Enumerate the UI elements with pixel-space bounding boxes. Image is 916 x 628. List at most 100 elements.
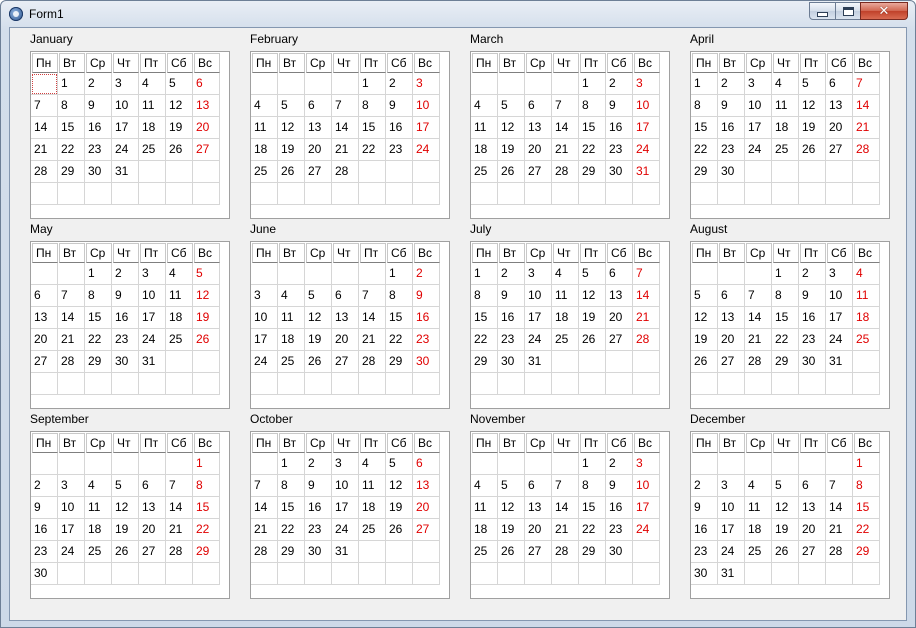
day-cell[interactable]: 2 — [112, 263, 139, 285]
empty-day-cell[interactable] — [359, 263, 386, 285]
day-cell[interactable]: 25 — [471, 161, 498, 183]
empty-day-cell[interactable] — [552, 351, 579, 373]
day-cell[interactable]: 19 — [772, 519, 799, 541]
empty-day-cell[interactable] — [579, 183, 606, 205]
day-cell[interactable]: 25 — [552, 329, 579, 351]
day-cell[interactable]: 3 — [112, 73, 139, 95]
empty-day-cell[interactable] — [471, 73, 498, 95]
day-cell[interactable]: 15 — [58, 117, 85, 139]
day-cell[interactable]: 4 — [853, 263, 880, 285]
day-cell[interactable]: 22 — [853, 519, 880, 541]
empty-day-cell[interactable] — [58, 263, 85, 285]
empty-day-cell[interactable] — [278, 73, 305, 95]
empty-day-cell[interactable] — [525, 373, 552, 395]
day-cell[interactable]: 28 — [251, 541, 278, 563]
day-cell[interactable]: 28 — [31, 161, 58, 183]
day-cell[interactable]: 8 — [359, 95, 386, 117]
empty-day-cell[interactable] — [606, 351, 633, 373]
empty-day-cell[interactable] — [305, 563, 332, 585]
day-cell[interactable]: 29 — [579, 541, 606, 563]
day-cell[interactable]: 27 — [525, 161, 552, 183]
empty-day-cell[interactable] — [359, 563, 386, 585]
day-cell[interactable]: 31 — [112, 161, 139, 183]
day-cell[interactable]: 30 — [606, 541, 633, 563]
day-cell[interactable]: 1 — [278, 453, 305, 475]
day-cell[interactable]: 23 — [606, 519, 633, 541]
day-cell[interactable]: 25 — [251, 161, 278, 183]
day-cell[interactable]: 29 — [193, 541, 220, 563]
day-cell[interactable]: 21 — [332, 139, 359, 161]
empty-day-cell[interactable] — [826, 183, 853, 205]
day-cell[interactable]: 11 — [745, 497, 772, 519]
day-cell[interactable]: 28 — [745, 351, 772, 373]
day-cell[interactable]: 7 — [826, 475, 853, 497]
day-cell[interactable]: 26 — [193, 329, 220, 351]
day-cell[interactable]: 26 — [386, 519, 413, 541]
day-grid[interactable]: Пн Вт Ср Чт Пт Сб Вс 1 2 3 4 5 6 7 8 9 10 11 12 13 14 15 16 17 1… — [470, 51, 670, 219]
day-cell[interactable]: 18 — [772, 117, 799, 139]
day-cell[interactable]: 30 — [85, 161, 112, 183]
day-cell[interactable]: 20 — [413, 497, 440, 519]
day-cell[interactable]: 10 — [718, 497, 745, 519]
day-cell[interactable]: 8 — [579, 95, 606, 117]
day-cell[interactable]: 12 — [799, 95, 826, 117]
day-cell[interactable]: 3 — [251, 285, 278, 307]
day-cell[interactable]: 11 — [853, 285, 880, 307]
empty-day-cell[interactable] — [85, 453, 112, 475]
empty-day-cell[interactable] — [498, 183, 525, 205]
day-cell[interactable]: 28 — [332, 161, 359, 183]
day-cell[interactable]: 14 — [633, 285, 660, 307]
empty-day-cell[interactable] — [112, 453, 139, 475]
empty-day-cell[interactable] — [139, 453, 166, 475]
day-cell[interactable]: 16 — [112, 307, 139, 329]
day-cell[interactable]: 7 — [31, 95, 58, 117]
day-cell[interactable]: 27 — [332, 351, 359, 373]
day-cell[interactable]: 13 — [332, 307, 359, 329]
day-cell[interactable]: 20 — [525, 139, 552, 161]
empty-day-cell[interactable] — [525, 73, 552, 95]
day-cell[interactable]: 20 — [718, 329, 745, 351]
day-cell[interactable]: 16 — [85, 117, 112, 139]
empty-day-cell[interactable] — [58, 183, 85, 205]
empty-day-cell[interactable] — [413, 373, 440, 395]
day-cell[interactable]: 1 — [85, 263, 112, 285]
empty-day-cell[interactable] — [853, 563, 880, 585]
day-cell[interactable]: 11 — [471, 117, 498, 139]
day-cell[interactable]: 22 — [359, 139, 386, 161]
day-cell[interactable]: 21 — [633, 307, 660, 329]
day-cell[interactable]: 26 — [579, 329, 606, 351]
day-cell[interactable]: 15 — [579, 117, 606, 139]
empty-day-cell[interactable] — [251, 183, 278, 205]
day-cell[interactable]: 4 — [166, 263, 193, 285]
day-cell[interactable]: 18 — [853, 307, 880, 329]
day-grid[interactable]: Пн Вт Ср Чт Пт Сб Вс 1 2 3 4 5 6 7 8 9 10 11 12 13 14 15 16 17 1… — [250, 51, 450, 219]
day-cell[interactable]: 29 — [853, 541, 880, 563]
empty-day-cell[interactable] — [853, 373, 880, 395]
empty-day-cell[interactable] — [745, 263, 772, 285]
day-cell[interactable]: 12 — [166, 95, 193, 117]
day-cell[interactable]: 3 — [58, 475, 85, 497]
day-cell[interactable]: 5 — [112, 475, 139, 497]
day-cell[interactable]: 2 — [85, 73, 112, 95]
day-cell[interactable]: 27 — [826, 139, 853, 161]
day-cell[interactable]: 19 — [112, 519, 139, 541]
day-cell[interactable]: 2 — [305, 453, 332, 475]
day-cell[interactable]: 17 — [332, 497, 359, 519]
day-cell[interactable]: 26 — [691, 351, 718, 373]
day-cell[interactable]: 16 — [498, 307, 525, 329]
day-cell[interactable]: 12 — [772, 497, 799, 519]
day-cell[interactable]: 3 — [633, 453, 660, 475]
empty-day-cell[interactable] — [471, 563, 498, 585]
day-cell[interactable]: 29 — [579, 161, 606, 183]
empty-day-cell[interactable] — [799, 453, 826, 475]
day-cell[interactable]: 12 — [112, 497, 139, 519]
day-cell[interactable]: 15 — [579, 497, 606, 519]
day-cell[interactable]: 13 — [525, 497, 552, 519]
day-cell[interactable]: 24 — [112, 139, 139, 161]
day-cell[interactable]: 28 — [633, 329, 660, 351]
day-cell[interactable]: 4 — [745, 475, 772, 497]
day-cell[interactable]: 30 — [498, 351, 525, 373]
day-cell[interactable]: 13 — [525, 117, 552, 139]
day-cell[interactable]: 22 — [471, 329, 498, 351]
empty-day-cell[interactable] — [525, 183, 552, 205]
